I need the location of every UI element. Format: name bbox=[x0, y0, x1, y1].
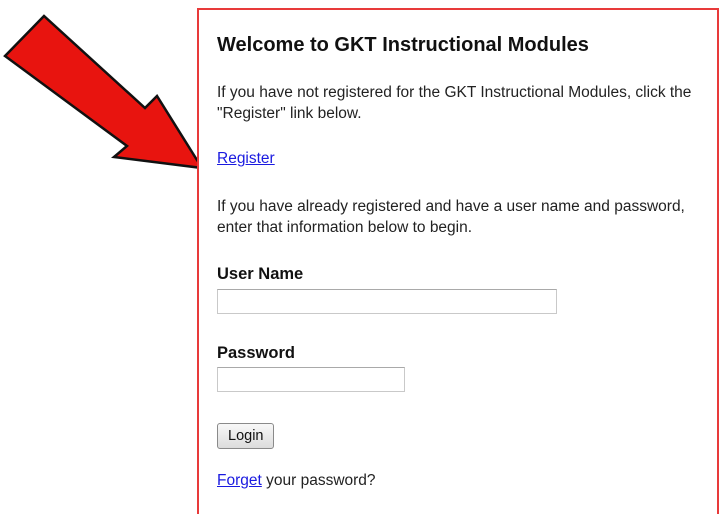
registration-instructions: If you have not registered for the GKT I… bbox=[217, 84, 692, 122]
register-link[interactable]: Register bbox=[217, 150, 275, 168]
login-panel: Welcome to GKT Instructional Modules If … bbox=[197, 8, 719, 514]
password-input[interactable] bbox=[217, 367, 405, 392]
login-button[interactable]: Login bbox=[217, 423, 275, 449]
username-label: User Name bbox=[217, 265, 304, 283]
password-label: Password bbox=[217, 344, 295, 362]
login-instructions: If you have already registered and have … bbox=[217, 198, 685, 236]
page-title: Welcome to GKT Instructional Modules bbox=[217, 34, 589, 56]
forgot-password-line: Forget your password? bbox=[217, 472, 376, 490]
forgot-password-text: your password? bbox=[261, 472, 376, 489]
forgot-password-link[interactable]: Forget bbox=[217, 472, 262, 489]
screenshot-stage: Welcome to GKT Instructional Modules If … bbox=[0, 0, 727, 514]
username-input[interactable] bbox=[217, 289, 557, 314]
